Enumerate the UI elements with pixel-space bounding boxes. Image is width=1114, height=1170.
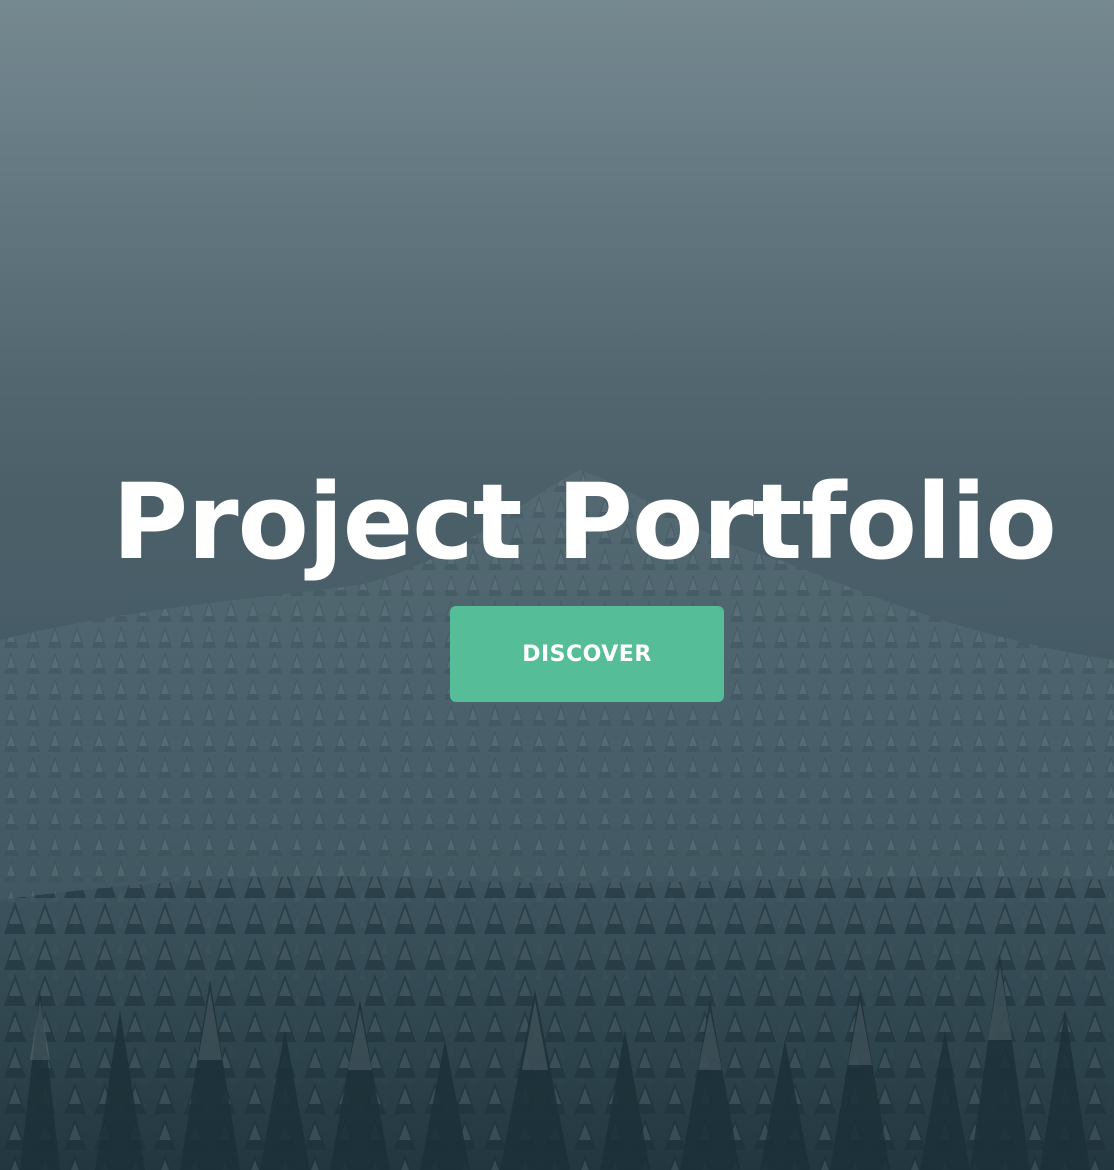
page-title: Project Portfolio <box>112 461 1057 583</box>
discover-button[interactable]: DISCOVER <box>450 606 724 702</box>
fog-overlay <box>0 0 1114 1170</box>
hero-section: Project Portfolio DISCOVER <box>0 0 1114 1170</box>
